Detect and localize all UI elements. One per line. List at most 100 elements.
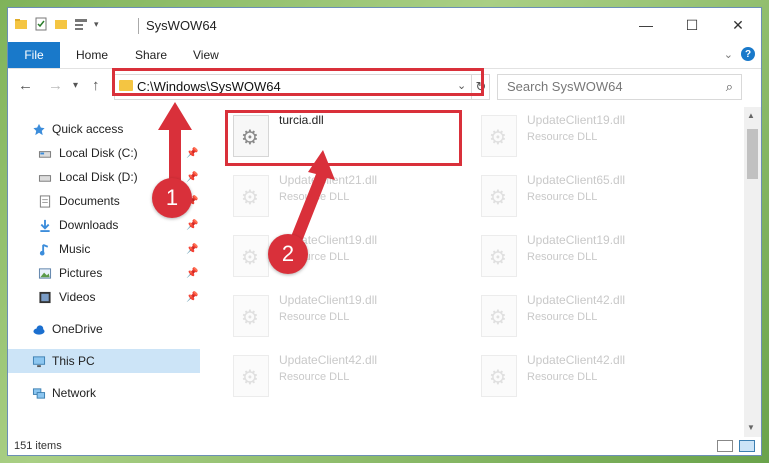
sidebar-item-label: This PC	[52, 354, 95, 368]
file-type: Resource DLL	[527, 251, 598, 263]
file-item[interactable]: UpdateClient42.dll Resource DLL	[471, 349, 711, 407]
minimize-button[interactable]: —	[623, 8, 669, 42]
file-item[interactable]: UpdateClient42.dll Resource DLL	[471, 289, 711, 347]
file-item[interactable]: UpdateClient65.dll Resource DLL	[471, 169, 711, 227]
file-name: UpdateClient19.dll	[527, 113, 626, 127]
status-bar: 151 items	[8, 437, 761, 455]
qat-dropdown-icon[interactable]: ▾	[94, 19, 99, 30]
file-type: Resource DLL	[527, 311, 598, 323]
file-type: Resource DLL	[527, 371, 598, 383]
dll-file-icon	[233, 175, 269, 217]
download-icon	[40, 219, 50, 232]
dll-file-icon	[233, 235, 269, 277]
file-name: UpdateClient19.dll	[279, 293, 378, 307]
file-type: Resource DLL	[527, 131, 598, 143]
search-icon[interactable]: ⌕	[726, 79, 733, 95]
close-button[interactable]: ✕	[715, 8, 761, 42]
file-name: UpdateClient65.dll	[527, 173, 626, 187]
dll-file-icon	[481, 115, 517, 157]
tab-file[interactable]: File	[8, 42, 60, 68]
file-name: UpdateClient42.dll	[279, 353, 378, 367]
arrow-2-icon	[290, 150, 335, 244]
customize-icon[interactable]	[74, 17, 88, 31]
sidebar-item-network[interactable]: Network	[8, 381, 200, 405]
sidebar-item-pictures[interactable]: Pictures 📌	[8, 261, 200, 285]
sidebar-item-videos[interactable]: Videos 📌	[8, 285, 200, 309]
tab-home[interactable]: Home	[76, 42, 108, 68]
video-icon	[39, 291, 51, 303]
documents-icon	[39, 194, 51, 208]
file-name: UpdateClient42.dll	[527, 353, 626, 367]
dll-file-icon	[481, 235, 517, 277]
star-icon	[33, 123, 45, 135]
properties-icon[interactable]	[34, 17, 48, 31]
window-title: SysWOW64	[146, 18, 217, 33]
sidebar-item-this-pc[interactable]: This PC	[8, 349, 200, 373]
view-switcher	[717, 440, 755, 452]
large-icons-view-icon[interactable]	[739, 440, 755, 452]
file-item[interactable]: UpdateClient42.dll Resource DLL	[223, 349, 463, 407]
title-separator	[138, 18, 139, 34]
new-folder-icon[interactable]	[54, 17, 68, 31]
file-type: Resource DLL	[527, 191, 598, 203]
file-item[interactable]: UpdateClient19.dll Resource DLL	[471, 109, 711, 167]
recent-locations-button[interactable]: ▾	[73, 80, 78, 91]
dll-file-icon	[481, 175, 517, 217]
pin-icon: 📌	[186, 243, 199, 255]
sidebar-item-label: Local Disk (C:)	[59, 146, 138, 160]
ribbon-right: ⌄ ?	[724, 47, 755, 61]
folder-icon[interactable]	[14, 17, 28, 31]
sidebar-item-label: Local Disk (D:)	[59, 170, 138, 184]
search-box[interactable]: Search SysWOW64 ⌕	[497, 74, 742, 100]
file-item[interactable]: UpdateClient19.dll Resource DLL	[223, 289, 463, 347]
step-1-badge: 1	[152, 178, 192, 218]
pictures-icon	[38, 267, 52, 279]
maximize-button[interactable]: ☐	[669, 8, 715, 42]
sidebar-item-label: Network	[52, 386, 97, 400]
dll-file-icon	[233, 355, 269, 397]
sidebar-item-label: Downloads	[59, 218, 119, 232]
up-button[interactable]: ↑	[92, 77, 100, 94]
search-input[interactable]: Search SysWOW64	[507, 79, 623, 94]
scroll-up-icon[interactable]: ▲	[747, 111, 755, 120]
file-type: Resource DLL	[279, 371, 350, 383]
sidebar-item-label: Music	[59, 242, 91, 256]
computer-icon	[32, 355, 46, 367]
drive-icon	[38, 150, 52, 158]
forward-button[interactable]: →	[48, 77, 63, 94]
sidebar-item-music[interactable]: Music 📌	[8, 237, 200, 261]
file-name: UpdateClient19.dll	[527, 233, 626, 247]
sidebar-item-label: Videos	[59, 290, 96, 304]
music-icon	[39, 243, 49, 256]
expand-ribbon-icon[interactable]: ⌄	[724, 48, 733, 61]
back-button[interactable]: ←	[18, 77, 33, 94]
help-icon[interactable]: ?	[741, 47, 755, 61]
sidebar-item-label: OneDrive	[52, 322, 103, 336]
drive-icon	[38, 174, 52, 182]
quick-access-toolbar: ▾	[14, 17, 99, 31]
file-item[interactable]: UpdateClient19.dll Resource DLL	[471, 229, 711, 287]
dll-file-icon	[233, 295, 269, 337]
cloud-icon	[33, 324, 45, 335]
file-type: Resource DLL	[279, 311, 350, 323]
title-bar: ▾ SysWOW64 — ☐ ✕	[8, 8, 761, 42]
scrollbar-thumb[interactable]	[747, 129, 758, 179]
sidebar-item-onedrive[interactable]: OneDrive	[8, 317, 200, 341]
step-2-badge: 2	[268, 234, 308, 274]
details-view-icon[interactable]	[717, 440, 733, 452]
pin-icon: 📌	[186, 267, 199, 279]
sidebar-item-label: Quick access	[52, 122, 124, 136]
ribbon-tabs: File Home Share View ⌄ ?	[8, 42, 761, 69]
dll-file-icon	[481, 295, 517, 337]
pin-icon: 📌	[186, 219, 199, 231]
network-icon	[32, 387, 46, 399]
scroll-down-icon[interactable]: ▼	[747, 423, 755, 432]
file-name: UpdateClient42.dll	[527, 293, 626, 307]
vertical-scrollbar[interactable]: ▲ ▼	[744, 107, 761, 437]
sidebar-item-label: Documents	[59, 194, 120, 208]
tab-view[interactable]: View	[193, 42, 219, 68]
tab-share[interactable]: Share	[135, 42, 167, 68]
item-count: 151 items	[14, 440, 62, 452]
pin-icon: 📌	[186, 291, 199, 303]
sidebar-item-label: Pictures	[59, 266, 103, 280]
